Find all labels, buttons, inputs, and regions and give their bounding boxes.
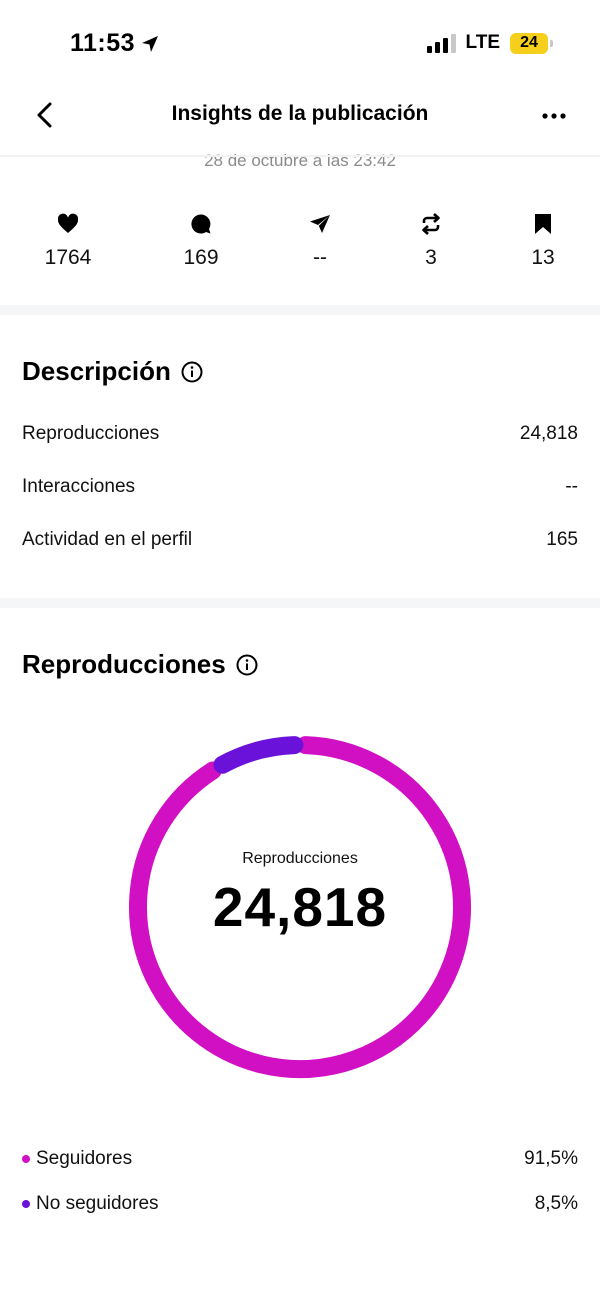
legend-item-non-followers: No seguidores 8,5% <box>22 1193 578 1215</box>
stat-shares: -- <box>270 212 370 270</box>
row-value: 165 <box>546 529 578 550</box>
legend-label: No seguidores <box>36 1193 159 1214</box>
row-label: Actividad en el perfil <box>22 529 193 550</box>
stat-reposts: 3 <box>381 212 481 270</box>
nav-bar: Insights de la publicación <box>0 88 600 144</box>
row-label: Reproducciones <box>22 423 160 444</box>
comments-count: 169 <box>183 246 219 269</box>
donut-center-value: 24,818 <box>212 876 388 938</box>
send-icon <box>310 215 330 233</box>
donut-center-label: Reproducciones <box>242 850 358 867</box>
status-indicators: LTE 24 <box>426 32 553 54</box>
network-type: LTE <box>465 32 500 53</box>
views-title: Reproducciones <box>22 649 226 679</box>
shares-count: -- <box>313 246 327 269</box>
clock: 11:53 <box>70 29 136 57</box>
section-separator <box>0 598 600 608</box>
section-separator <box>0 305 600 315</box>
repost-icon <box>422 213 440 235</box>
location-arrow-icon <box>142 35 159 52</box>
battery-level: 24 <box>520 34 538 51</box>
legend-item-followers: Seguidores 91,5% <box>22 1148 578 1170</box>
reposts-count: 3 <box>425 246 437 269</box>
status-time: 11:53 <box>70 29 159 58</box>
legend-dot <box>22 1155 30 1163</box>
page-title: Insights de la publicación <box>171 102 429 125</box>
donut-segment-non-followers <box>213 736 304 774</box>
stat-saves: 13 <box>493 212 593 270</box>
legend-value: 91,5% <box>524 1148 578 1169</box>
overview-section-title: Descripción <box>22 356 203 387</box>
overview-row-views[interactable]: Reproducciones 24,818 <box>22 423 578 445</box>
more-options-icon[interactable] <box>540 104 568 128</box>
saves-count: 13 <box>531 246 555 269</box>
heart-icon <box>57 213 79 233</box>
row-label: Interacciones <box>22 476 136 497</box>
legend-value: 8,5% <box>534 1193 578 1214</box>
views-section-title: Reproducciones <box>22 649 258 680</box>
legend-dot <box>22 1200 30 1208</box>
legend-label: Seguidores <box>36 1148 133 1169</box>
row-value: -- <box>565 476 578 497</box>
status-bar: 11:53 LTE 24 <box>0 0 600 88</box>
stat-likes: 1764 <box>18 212 118 270</box>
row-value: 24,818 <box>519 423 578 444</box>
stat-comments: 169 <box>151 212 251 270</box>
overview-row-profile-activity[interactable]: Actividad en el perfil 165 <box>22 529 578 551</box>
info-icon[interactable] <box>181 361 203 383</box>
bookmark-icon <box>535 214 551 234</box>
overview-row-interactions[interactable]: Interacciones -- <box>22 476 578 498</box>
nav-divider <box>0 155 600 157</box>
overview-title: Descripción <box>22 356 171 386</box>
comment-icon <box>191 214 211 234</box>
info-icon[interactable] <box>236 654 258 676</box>
stats-row: 1764 169 -- 3 13 <box>0 212 600 282</box>
signal-icon <box>426 33 456 53</box>
likes-count: 1764 <box>44 246 92 269</box>
battery-icon: 24 <box>510 32 553 54</box>
